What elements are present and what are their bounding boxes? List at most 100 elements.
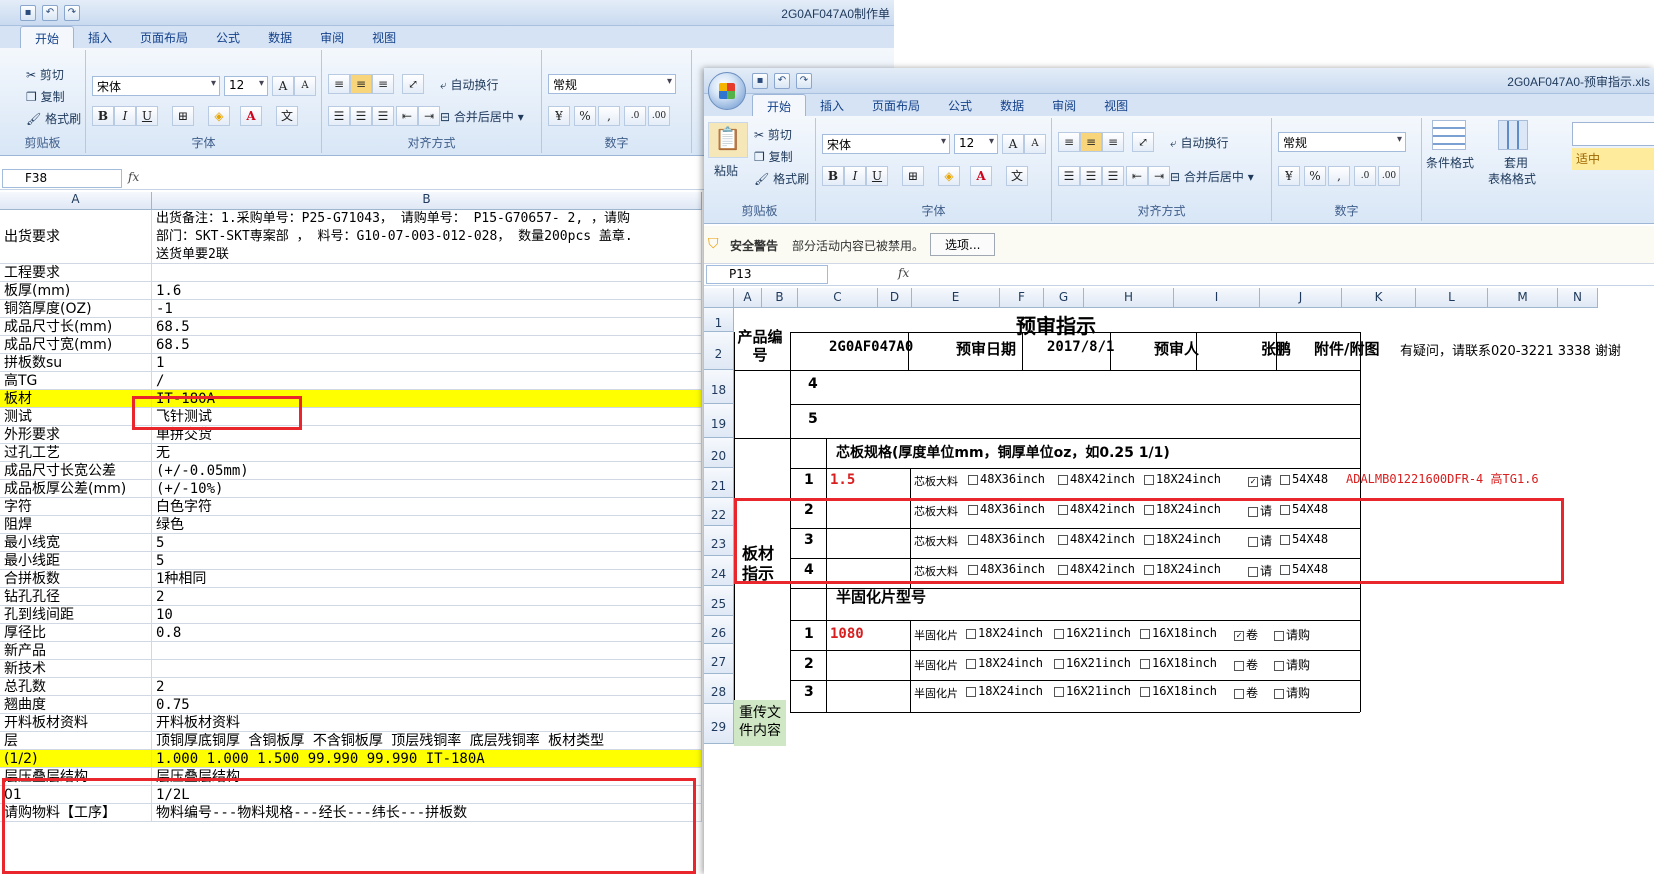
cell-b[interactable]: 2 [152, 588, 702, 606]
prepreg-size-option[interactable]: 16X21inch [1050, 626, 1131, 640]
cell-a[interactable]: 高TG [0, 372, 152, 390]
percent-icon[interactable]: % [574, 106, 596, 126]
core-size-option[interactable]: 请 [1244, 502, 1272, 519]
checkbox-icon[interactable] [1280, 474, 1290, 485]
prepreg-size-option[interactable]: 卷 [1230, 684, 1258, 701]
border-icon[interactable]: ⊞ [902, 166, 924, 186]
conditional-format-button[interactable]: 条件格式 [1426, 154, 1474, 171]
core-size-option[interactable]: 48X42inch [1054, 562, 1135, 576]
prepreg-size-option[interactable]: 请购 [1270, 626, 1310, 643]
cell-a[interactable]: 铜箔厚度(OZ) [0, 300, 152, 318]
cell-b[interactable]: 白色字符 [152, 498, 702, 516]
tab-insert[interactable]: 插入 [806, 94, 858, 116]
fx-icon[interactable]: fx [128, 170, 139, 184]
bold-icon[interactable]: B [822, 166, 844, 186]
prepreg-size-option[interactable]: 16X21inch [1050, 684, 1131, 698]
checkbox-icon[interactable] [1058, 504, 1068, 515]
cell-a[interactable]: 外形要求 [0, 426, 152, 444]
style-normal-box[interactable] [1572, 122, 1654, 146]
cell-a[interactable]: 开料板材资料 [0, 714, 152, 732]
cell-b[interactable]: (+/-10%) [152, 480, 702, 498]
checkbox-icon[interactable] [1280, 504, 1290, 515]
row-header[interactable]: 23 [704, 526, 734, 556]
prepreg-type-value[interactable]: 1080 [830, 626, 864, 642]
format-as-table-button-2[interactable]: 表格格式 [1488, 170, 1536, 187]
cell-a[interactable]: 过孔工艺 [0, 444, 152, 462]
cut-button[interactable]: ✂ 剪切 [26, 66, 64, 83]
shrink-font-icon[interactable]: A [294, 76, 316, 96]
cell-b[interactable] [152, 642, 702, 660]
core-size-option[interactable]: 48X36inch [964, 472, 1045, 486]
row-header[interactable]: 20 [704, 438, 734, 468]
column-header[interactable]: L [1416, 288, 1488, 308]
column-header[interactable]: N [1558, 288, 1598, 308]
cell-b[interactable]: 开料板材资料 [152, 714, 702, 732]
cell-a[interactable]: 合拼板数 [0, 570, 152, 588]
cell-b[interactable]: 0.75 [152, 696, 702, 714]
column-header[interactable]: H [1084, 288, 1174, 308]
phonetic-icon[interactable]: 文 [1006, 166, 1028, 186]
tab-page-layout[interactable]: 页面布局 [858, 94, 934, 116]
paste-button[interactable]: 粘贴 [714, 162, 738, 179]
fill-color-icon[interactable]: ◈ [208, 106, 230, 126]
cell-b[interactable]: 1种相同 [152, 570, 702, 588]
column-header[interactable]: E [912, 288, 1000, 308]
align-left-icon[interactable]: ☰ [328, 106, 350, 126]
font-name-select[interactable]: 宋体 [822, 134, 950, 154]
cell-b[interactable]: 2 [152, 678, 702, 696]
checkbox-icon[interactable] [968, 564, 978, 575]
increase-indent-icon[interactable]: ⇥ [1148, 166, 1170, 186]
cell-b[interactable]: 1/2L [152, 786, 702, 804]
checkbox-icon[interactable] [1144, 474, 1154, 485]
align-middle-icon[interactable]: ≡ [1080, 132, 1102, 152]
cell-a[interactable]: 字符 [0, 498, 152, 516]
merge-center-button[interactable]: ⊟ 合并后居中 ▾ [1170, 168, 1254, 185]
row-header[interactable]: 28 [704, 674, 734, 704]
checkbox-icon[interactable] [966, 686, 976, 697]
cell-b[interactable]: 飞针测试 [152, 408, 702, 426]
checkbox-icon[interactable] [1144, 564, 1154, 575]
office-button[interactable] [708, 72, 746, 110]
italic-icon[interactable]: I [844, 166, 866, 186]
cell-b[interactable]: 绿色 [152, 516, 702, 534]
align-left-icon[interactable]: ☰ [1058, 166, 1080, 186]
decrease-indent-icon[interactable]: ⇤ [396, 106, 418, 126]
checkbox-icon[interactable]: ✓ [1234, 630, 1244, 641]
checkbox-icon[interactable] [1140, 658, 1150, 669]
align-center-icon[interactable]: ☰ [1080, 166, 1102, 186]
prepreg-size-option[interactable]: 18X24inch [962, 626, 1043, 640]
checkbox-icon[interactable] [1144, 534, 1154, 545]
cell-b[interactable]: 无 [152, 444, 702, 462]
name-box[interactable]: F38 [2, 169, 122, 188]
core-size-option[interactable]: 54X48 [1276, 562, 1328, 576]
currency-icon[interactable]: ¥ [548, 106, 570, 126]
underline-icon[interactable]: U [866, 166, 888, 186]
cell-a[interactable]: 测试 [0, 408, 152, 426]
decrease-indent-icon[interactable]: ⇤ [1126, 166, 1148, 186]
number-format-select[interactable]: 常规 [1278, 132, 1406, 152]
column-header[interactable]: F [1000, 288, 1044, 308]
prepreg-size-option[interactable]: 16X18inch [1136, 684, 1217, 698]
row-header[interactable]: 25 [704, 586, 734, 616]
cell-a[interactable]: 板厚(mm) [0, 282, 152, 300]
checkbox-icon[interactable] [1054, 686, 1064, 697]
tab-page-layout[interactable]: 页面布局 [126, 26, 202, 48]
cell-a[interactable]: 新产品 [0, 642, 152, 660]
cell-a[interactable]: 最小线距 [0, 552, 152, 570]
tab-data[interactable]: 数据 [254, 26, 306, 48]
align-bottom-icon[interactable]: ≡ [1102, 132, 1124, 152]
checkbox-icon[interactable] [1280, 564, 1290, 575]
cell-a[interactable]: (1/2) [0, 750, 152, 768]
cell-a[interactable]: 板材 [0, 390, 152, 408]
grow-font-icon[interactable]: A [272, 76, 294, 96]
cell-b[interactable]: 10 [152, 606, 702, 624]
grow-font-icon[interactable]: A [1002, 134, 1024, 154]
checkbox-icon[interactable] [968, 534, 978, 545]
cell-b[interactable]: 物料编号---物料规格---经长---纬长---拼板数 [152, 804, 702, 822]
core-size-option[interactable]: 48X42inch [1054, 472, 1135, 486]
decrease-decimal-icon[interactable]: .00 [1378, 166, 1400, 186]
name-box[interactable]: P13 [706, 265, 828, 284]
row-header[interactable]: 1 [704, 308, 734, 332]
checkbox-icon[interactable] [1058, 564, 1068, 575]
conditional-format-icon[interactable] [1432, 120, 1466, 150]
